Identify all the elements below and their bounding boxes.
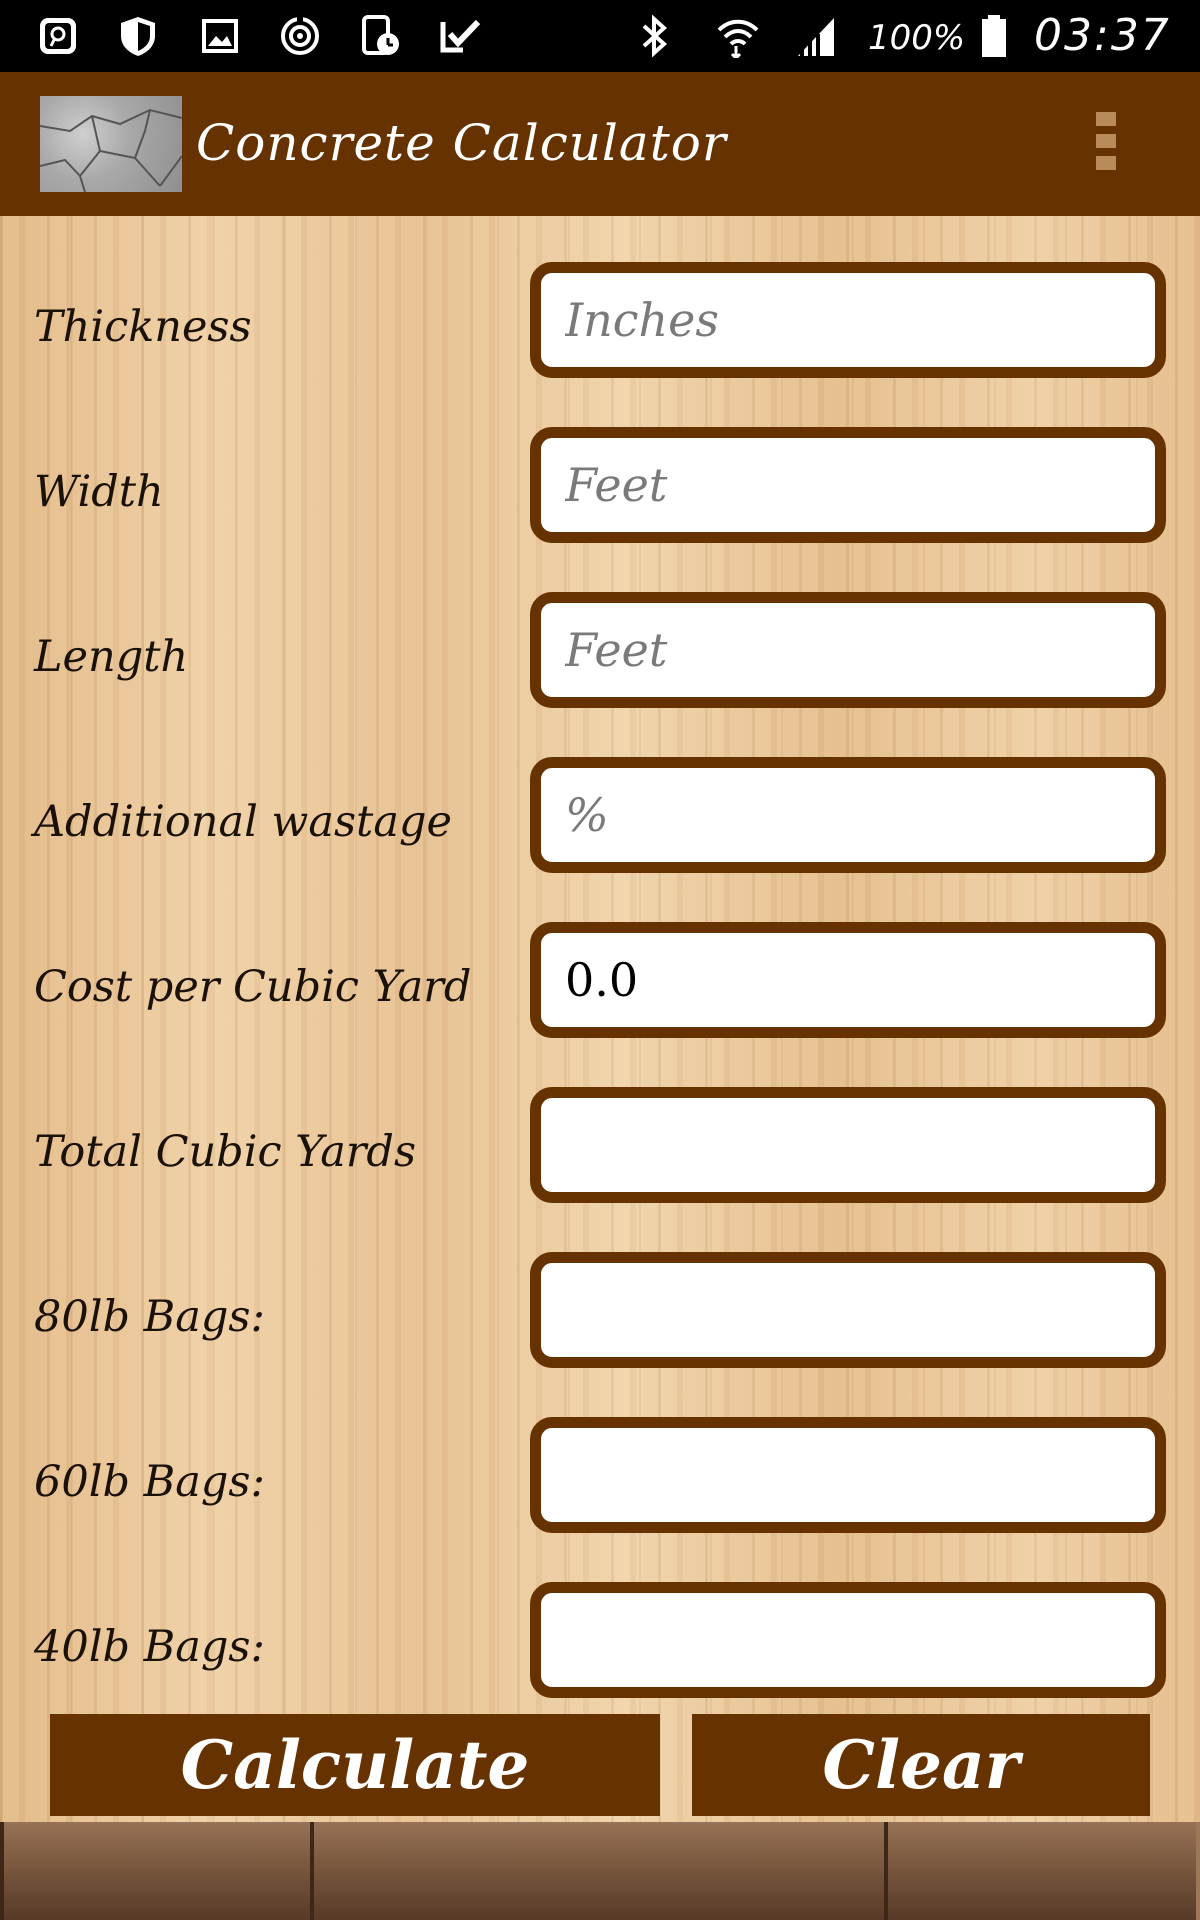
- bags-40lb-label: 40lb Bags:: [34, 1622, 265, 1672]
- clock: 03:37: [1034, 10, 1171, 61]
- sync-icon: [278, 14, 322, 58]
- cost-per-cubic-yard-label: Cost per Cubic Yard: [34, 962, 472, 1012]
- shield-icon: [116, 14, 160, 58]
- bags-40lb-field[interactable]: [530, 1582, 1166, 1698]
- cost-per-cubic-yard-input[interactable]: [530, 922, 1166, 1038]
- width-input[interactable]: [530, 427, 1166, 543]
- calculate-button[interactable]: Calculate: [50, 1714, 660, 1816]
- length-label: Length: [34, 632, 189, 682]
- tablet-clock-icon: [358, 14, 402, 58]
- status-bar: 100% 03:37: [0, 0, 1200, 72]
- app-bar: Concrete Calculator: [0, 72, 1200, 216]
- bags-80lb-field[interactable]: [530, 1252, 1166, 1368]
- nav-center-segment[interactable]: [310, 1822, 890, 1920]
- bluetooth-icon: [632, 14, 676, 58]
- wastage-input[interactable]: [530, 757, 1166, 873]
- more-vert-icon[interactable]: [1092, 112, 1120, 176]
- thickness-input[interactable]: [530, 262, 1166, 378]
- app-title: Concrete Calculator: [196, 114, 727, 172]
- bags-80lb-label: 80lb Bags:: [34, 1292, 265, 1342]
- total-cubic-yards-field[interactable]: [530, 1087, 1166, 1203]
- screen: 100% 03:37 Concrete Calculator Thickness…: [0, 0, 1200, 1920]
- check-icon: [438, 14, 482, 58]
- signal-icon: [794, 14, 838, 58]
- bags-60lb-field[interactable]: [530, 1417, 1166, 1533]
- nav-right-segment[interactable]: [884, 1822, 1200, 1920]
- nav-left-segment[interactable]: [0, 1822, 316, 1920]
- total-cubic-yards-label: Total Cubic Yards: [34, 1127, 417, 1177]
- gallery-icon: [198, 14, 242, 58]
- thickness-label: Thickness: [34, 302, 252, 352]
- wifi-icon: [716, 14, 760, 58]
- width-label: Width: [34, 467, 164, 517]
- length-input[interactable]: [530, 592, 1166, 708]
- navigation-bar: [0, 1822, 1200, 1920]
- bags-60lb-label: 60lb Bags:: [34, 1457, 265, 1507]
- battery-icon: [972, 14, 1016, 58]
- wastage-label: Additional wastage: [34, 797, 452, 847]
- battery-percent: 100%: [868, 18, 966, 58]
- cracked-concrete-logo: [40, 96, 182, 192]
- search-app-icon: [36, 14, 80, 58]
- clear-button[interactable]: Clear: [692, 1714, 1150, 1816]
